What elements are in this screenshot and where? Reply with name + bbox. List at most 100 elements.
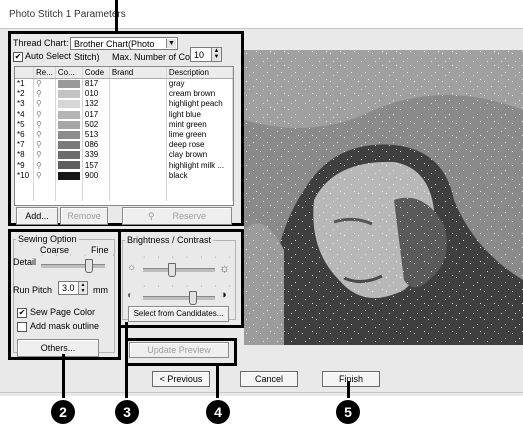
pin-icon[interactable]: ⚲ (36, 171, 42, 180)
table-row[interactable]: *7 ⚲ 086 deep rose (15, 140, 233, 151)
table-row[interactable]: *1 ⚲ 817 gray (15, 78, 233, 90)
brightness-slider-track[interactable] (143, 268, 215, 272)
select-from-candidates-button[interactable]: Select from Candidates... (128, 306, 229, 322)
sew-page-color-label: Sew Page Color (30, 307, 96, 317)
row-index: *5 (15, 119, 34, 130)
cancel-button[interactable]: Cancel (240, 371, 298, 387)
row-index: *7 (15, 140, 34, 151)
thread-description: gray (166, 78, 233, 90)
detail-slider-thumb[interactable] (85, 259, 93, 273)
color-swatch (55, 119, 83, 130)
run-pitch-spinner[interactable]: 3.0 ▲ ▼ (58, 281, 88, 295)
max-colors-spinner[interactable]: 10 ▲ ▼ (190, 47, 222, 62)
empty-cell (109, 191, 167, 202)
auto-select-checkbox[interactable]: ✔ (13, 52, 23, 62)
brightness-ticks: · · · · · · · (143, 254, 236, 261)
table-row[interactable]: *3 ⚲ 132 highlight peach (15, 99, 233, 110)
reserve-pin: ⚲ (33, 109, 56, 120)
thread-description: clay brown (166, 150, 233, 161)
pin-icon[interactable]: ⚲ (36, 140, 42, 149)
thread-color-swatch (57, 79, 80, 88)
reserve-pin: ⚲ (33, 170, 56, 181)
pin-icon[interactable]: ⚲ (36, 89, 42, 98)
empty-cell (55, 180, 83, 192)
col-brand[interactable]: Brand (109, 67, 167, 79)
add-button[interactable]: Add... (16, 207, 58, 225)
spinner-arrows-icon[interactable]: ▲ ▼ (78, 282, 87, 294)
empty-cell (109, 180, 167, 192)
pin-icon[interactable]: ⚲ (36, 161, 42, 170)
contrast-slider-thumb[interactable] (189, 291, 198, 305)
thread-code: 132 (82, 99, 110, 110)
reserve-pin: ⚲ (33, 78, 56, 90)
thread-description: deep rose (166, 140, 233, 151)
run-pitch-value: 3.0 (62, 283, 75, 293)
reserve-pin: ⚲ (33, 140, 56, 151)
finish-button[interactable]: Finish (322, 371, 380, 387)
thread-description: highlight peach (166, 99, 233, 110)
thread-description: lime green (166, 129, 233, 141)
row-index: *6 (15, 129, 34, 141)
empty-cell (55, 191, 83, 202)
pin-icon[interactable]: ⚲ (36, 110, 42, 119)
empty-cell (33, 191, 56, 202)
thread-brand (109, 89, 167, 100)
col-reserve[interactable]: Re... (33, 67, 56, 79)
thread-chart-select[interactable]: Brother Chart(Photo Stitch) ▼ (70, 37, 178, 62)
empty-cell (166, 180, 233, 192)
col-code[interactable]: Code (82, 67, 110, 79)
thread-description: black (166, 170, 233, 181)
remove-button[interactable]: Remove (60, 207, 108, 225)
color-swatch (55, 170, 83, 181)
color-swatch (55, 78, 83, 90)
color-swatch (55, 99, 83, 110)
previous-button[interactable]: < Previous (152, 371, 210, 387)
callout-line-4 (216, 363, 219, 398)
pin-icon[interactable]: ⚲ (36, 99, 42, 108)
table-row[interactable]: *10 ⚲ 900 black (15, 170, 233, 181)
add-mask-outline-checkbox[interactable] (17, 322, 27, 332)
chevron-down-icon[interactable]: ▼ (166, 39, 176, 48)
pin-icon[interactable]: ⚲ (36, 79, 42, 88)
pin-icon[interactable]: ⚲ (36, 130, 42, 139)
others-button[interactable]: Others... (17, 339, 99, 357)
reserve-pin: ⚲ (33, 99, 56, 110)
thread-brand (109, 160, 167, 171)
table-row[interactable]: *2 ⚲ 010 cream brown (15, 89, 233, 100)
empty-cell (82, 180, 110, 192)
color-swatch (55, 150, 83, 161)
pin-icon[interactable]: ⚲ (36, 120, 42, 129)
table-row[interactable]: *9 ⚲ 157 highlight milk ... (15, 160, 233, 171)
thread-table-grid: Re... Co... Code Brand Description *1 ⚲ 81… (15, 67, 233, 202)
table-row[interactable]: *5 ⚲ 502 mint green (15, 119, 233, 130)
table-row[interactable]: *6 ⚲ 513 lime green (15, 129, 233, 141)
thread-brand (109, 129, 167, 141)
thread-code: 157 (82, 160, 110, 171)
contrast-slider-track[interactable] (143, 296, 215, 300)
update-preview-frame (125, 338, 237, 366)
photo-preview-image (244, 50, 523, 345)
thread-code: 017 (82, 109, 110, 120)
detail-slider-track[interactable] (41, 264, 105, 268)
table-row[interactable]: *8 ⚲ 339 clay brown (15, 150, 233, 161)
row-index: *1 (15, 78, 34, 90)
col-color[interactable]: Co... (55, 67, 83, 79)
thread-color-swatch (57, 151, 80, 160)
sew-page-color-checkbox[interactable]: ✔ (17, 308, 27, 318)
reserve-button[interactable]: ⚲ Reserve (122, 207, 232, 225)
thread-table[interactable]: Re... Co... Code Brand Description *1 ⚲ 81… (14, 66, 234, 206)
callout-line-5 (347, 381, 350, 398)
thread-color-swatch (57, 171, 80, 180)
spinner-arrows-icon[interactable]: ▲ ▼ (211, 48, 221, 61)
col-description[interactable]: Description (166, 67, 233, 79)
row-index: *10 (15, 170, 34, 181)
table-row[interactable]: *4 ⚲ 017 light blue (15, 109, 233, 120)
table-row-empty (15, 180, 233, 192)
row-index: *2 (15, 89, 34, 100)
callout-line-2 (62, 354, 65, 398)
thread-code: 513 (82, 129, 110, 141)
max-colors-value: 10 (194, 50, 205, 60)
row-index: *4 (15, 109, 34, 120)
pin-icon[interactable]: ⚲ (36, 150, 42, 159)
brightness-slider-thumb[interactable] (167, 263, 176, 277)
